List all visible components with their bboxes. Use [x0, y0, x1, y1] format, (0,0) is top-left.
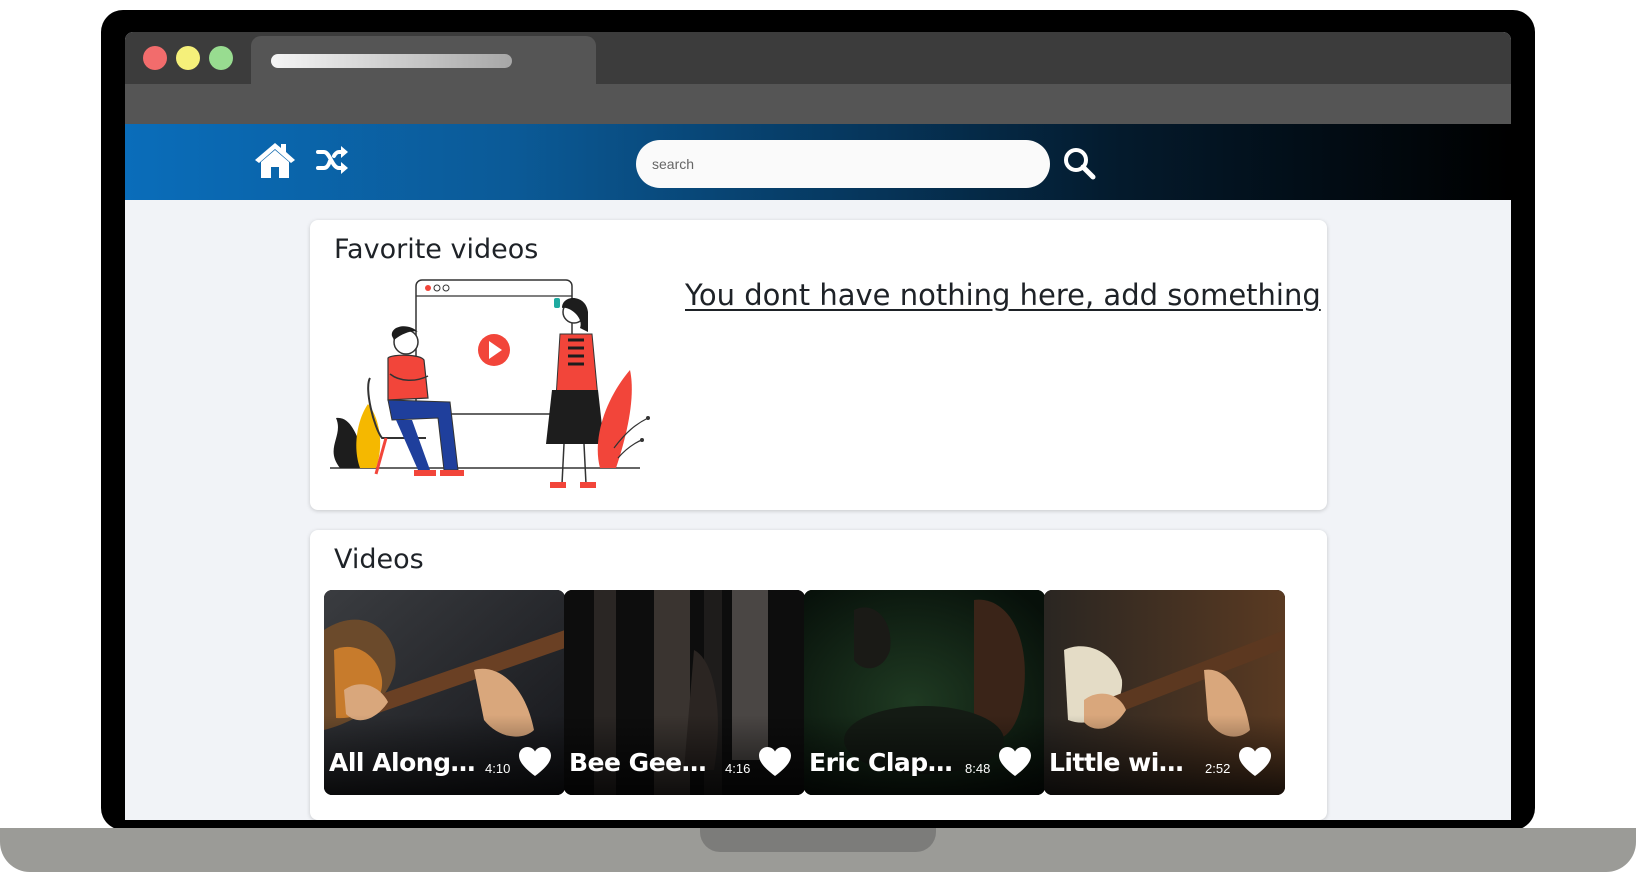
favorite-videos-card: Favorite videos You dont have nothing he… [310, 220, 1327, 510]
home-icon[interactable] [253, 140, 297, 180]
browser-window: Favorite videos [125, 32, 1511, 820]
search-icon[interactable] [1062, 146, 1098, 182]
video-card[interactable]: All Along ... 4:10 [324, 590, 565, 795]
video-card[interactable]: Bee Gees ... 4:16 [564, 590, 805, 795]
video-duration: 2:52 [1205, 761, 1231, 776]
video-duration: 4:16 [725, 761, 751, 776]
laptop-notch [700, 828, 936, 852]
video-card[interactable]: Eric Clapt... 8:48 [804, 590, 1045, 795]
videos-title: Videos [334, 544, 424, 575]
video-title: Bee Gees ... [569, 748, 719, 777]
window-close-button[interactable] [143, 46, 167, 70]
browser-tab[interactable] [251, 36, 596, 84]
browser-tab-strip [125, 32, 1511, 84]
shuffle-icon[interactable] [315, 144, 349, 176]
browser-toolbar [125, 84, 1511, 124]
add-favorites-link[interactable]: You dont have nothing here, add somethin… [685, 278, 1321, 312]
laptop-mockup: Favorite videos [0, 0, 1636, 872]
video-title: Eric Clapt... [809, 748, 959, 777]
video-duration: 4:10 [485, 761, 511, 776]
favorite-videos-title: Favorite videos [334, 234, 539, 265]
video-card[interactable]: Little win... 2:52 [1044, 590, 1285, 795]
video-title: All Along ... [329, 748, 479, 777]
empty-favorites-illustration [330, 279, 650, 488]
app-header [125, 124, 1511, 200]
search-input[interactable] [636, 140, 1050, 188]
videos-card: Videos All Along ... 4:10 Bee Gees ... 4… [310, 530, 1327, 820]
video-title: Little win... [1049, 748, 1199, 777]
favorite-heart-icon[interactable] [999, 747, 1031, 777]
video-duration: 8:48 [965, 761, 991, 776]
browser-tab-title-placeholder [271, 54, 512, 68]
favorite-heart-icon[interactable] [519, 747, 551, 777]
window-maximize-button[interactable] [209, 46, 233, 70]
favorite-heart-icon[interactable] [759, 747, 791, 777]
window-minimize-button[interactable] [176, 46, 200, 70]
favorite-heart-icon[interactable] [1239, 747, 1271, 777]
